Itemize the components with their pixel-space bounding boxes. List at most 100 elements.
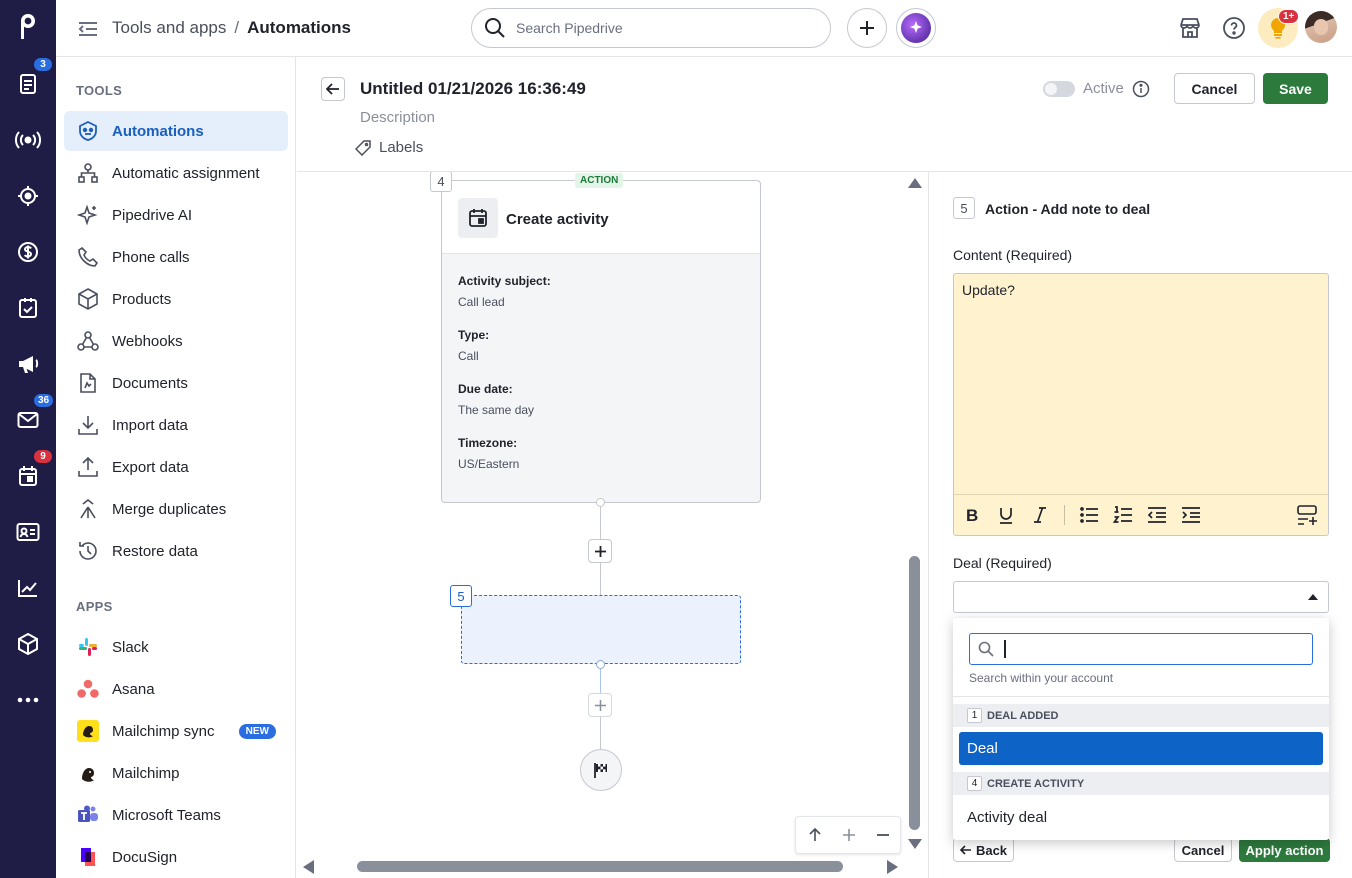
sidebar-item-mailchimp[interactable]: Mailchimp <box>64 753 288 793</box>
panel-title: Action - Add note to deal <box>985 201 1151 217</box>
sidebar-item-pipedrive-ai[interactable]: Pipedrive AI <box>64 195 288 235</box>
sidebar-item-mailchimp-sync[interactable]: Mailchimp sync NEW <box>64 711 288 751</box>
vertical-scrollbar-thumb[interactable] <box>909 556 920 830</box>
active-toggle[interactable] <box>1043 81 1075 97</box>
sidebar-item-microsoft-teams[interactable]: Microsoft Teams <box>64 795 288 835</box>
sidebar-item-automatic-assignment[interactable]: Automatic assignment <box>64 153 288 193</box>
restore-history-icon <box>76 539 100 563</box>
target-icon[interactable] <box>14 182 42 210</box>
automation-title[interactable]: Untitled 01/21/2026 16:36:49 <box>360 79 586 99</box>
ai-assistant-button[interactable] <box>896 8 936 48</box>
info-icon[interactable] <box>1132 80 1150 98</box>
horizontal-scrollbar-thumb[interactable] <box>357 861 843 872</box>
action-settings-panel: 5 Action - Add note to deal Content (Req… <box>928 172 1352 878</box>
ai-sparkle-icon <box>901 13 931 43</box>
scroll-down-arrow-icon[interactable] <box>908 839 922 849</box>
marketplace-icon[interactable] <box>1178 16 1202 40</box>
sidebar-item-docusign[interactable]: DocuSign <box>64 837 288 877</box>
sidebar-item-merge-duplicates[interactable]: Merge duplicates <box>64 489 288 529</box>
collapse-menu-icon[interactable] <box>76 17 100 41</box>
numbered-list-icon[interactable] <box>1113 505 1133 525</box>
search-icon <box>978 641 994 657</box>
activities-check-icon[interactable] <box>14 294 42 322</box>
sidebar-item-import-data[interactable]: Import data <box>64 405 288 445</box>
connector-line <box>600 717 601 749</box>
workflow-canvas[interactable]: Create activity Activity subject: Call l… <box>297 172 927 878</box>
plus-icon <box>594 545 606 557</box>
insights-chart-icon[interactable] <box>14 574 42 602</box>
help-icon[interactable] <box>1222 16 1246 40</box>
indent-icon[interactable] <box>1181 505 1201 525</box>
move-up-arrow-icon[interactable] <box>798 818 832 852</box>
docusign-logo-icon <box>76 845 100 869</box>
sidebar-item-export-data[interactable]: Export data <box>64 447 288 487</box>
sidebar-item-products[interactable]: Products <box>64 279 288 319</box>
scroll-left-arrow-icon[interactable] <box>303 860 314 874</box>
workflow-end-node <box>580 749 622 791</box>
breadcrumb-parent-link[interactable]: Tools and apps <box>112 18 226 38</box>
add-step-button[interactable] <box>588 693 612 717</box>
sidebar-item-phone-calls[interactable]: Phone calls <box>64 237 288 277</box>
deals-signal-icon[interactable] <box>14 126 42 154</box>
dollar-icon[interactable] <box>14 238 42 266</box>
add-step-button[interactable] <box>588 539 612 563</box>
more-dots-icon[interactable] <box>14 686 42 714</box>
sidebar-item-label: Phone calls <box>112 248 190 266</box>
deal-select[interactable] <box>953 581 1329 613</box>
quick-add-button[interactable] <box>847 8 887 48</box>
calendar-icon[interactable] <box>14 462 42 490</box>
note-content-editor[interactable]: Update? B <box>953 273 1329 536</box>
finish-flag-icon <box>594 763 607 778</box>
contacts-card-icon[interactable] <box>14 518 42 546</box>
apply-action-button[interactable]: Apply action <box>1239 838 1330 862</box>
webhook-icon <box>76 329 100 353</box>
field-label: Type: <box>458 328 490 342</box>
save-button[interactable]: Save <box>1263 73 1328 104</box>
tools-sidebar: TOOLS Automations Automatic assignment P… <box>56 57 296 878</box>
scroll-right-arrow-icon[interactable] <box>887 860 898 874</box>
search-icon <box>485 18 505 38</box>
zoom-in-plus-icon[interactable] <box>832 818 866 852</box>
dropdown-option-activity-deal[interactable]: Activity deal <box>959 801 1323 834</box>
labels-button[interactable]: Labels <box>355 139 423 156</box>
back-arrow-button[interactable] <box>321 77 345 101</box>
sidebar-item-restore-data[interactable]: Restore data <box>64 531 288 571</box>
sidebar-item-asana[interactable]: Asana <box>64 669 288 709</box>
search-hint: Search within your account <box>969 671 1114 685</box>
sidebar-item-automations[interactable]: Automations <box>64 111 288 151</box>
connector-line <box>600 503 601 541</box>
field-label: Activity subject: <box>458 274 551 288</box>
header-cancel-button[interactable]: Cancel <box>1174 73 1255 104</box>
dropdown-search-input[interactable] <box>969 633 1313 665</box>
group-title: CREATE ACTIVITY <box>987 777 1085 790</box>
leads-icon[interactable] <box>14 70 42 98</box>
user-avatar[interactable] <box>1305 11 1337 43</box>
automations-robot-icon <box>76 119 100 143</box>
step-5-placeholder[interactable] <box>461 595 741 664</box>
step-card-create-activity[interactable]: Create activity Activity subject: Call l… <box>441 180 761 503</box>
pipedrive-logo-icon[interactable] <box>14 12 42 40</box>
sidebar-item-webhooks[interactable]: Webhooks <box>64 321 288 361</box>
export-upload-icon <box>76 455 100 479</box>
sidebar-item-documents[interactable]: Documents <box>64 363 288 403</box>
panel-cancel-button[interactable]: Cancel <box>1174 838 1232 862</box>
products-box-icon[interactable] <box>14 630 42 658</box>
zoom-out-minus-icon[interactable] <box>866 818 900 852</box>
bold-icon[interactable]: B <box>962 505 982 525</box>
field-value: Call lead <box>458 295 505 309</box>
global-search-box[interactable]: Search Pipedrive <box>471 8 831 48</box>
sidebar-item-label: Microsoft Teams <box>112 806 221 824</box>
italic-icon[interactable] <box>1030 505 1050 525</box>
outdent-icon[interactable] <box>1147 505 1167 525</box>
dropdown-option-deal[interactable]: Deal <box>959 732 1323 765</box>
insert-field-icon[interactable] <box>1296 504 1318 526</box>
sidebar-item-slack[interactable]: Slack <box>64 627 288 667</box>
back-button[interactable]: Back <box>953 838 1014 862</box>
campaigns-megaphone-icon[interactable] <box>14 350 42 378</box>
bullet-list-icon[interactable] <box>1079 505 1099 525</box>
mail-icon[interactable] <box>14 406 42 434</box>
underline-icon[interactable] <box>996 505 1016 525</box>
scroll-up-arrow-icon[interactable] <box>908 178 922 188</box>
sidebar-item-label: Merge duplicates <box>112 500 227 518</box>
description-field[interactable]: Description <box>360 109 435 126</box>
